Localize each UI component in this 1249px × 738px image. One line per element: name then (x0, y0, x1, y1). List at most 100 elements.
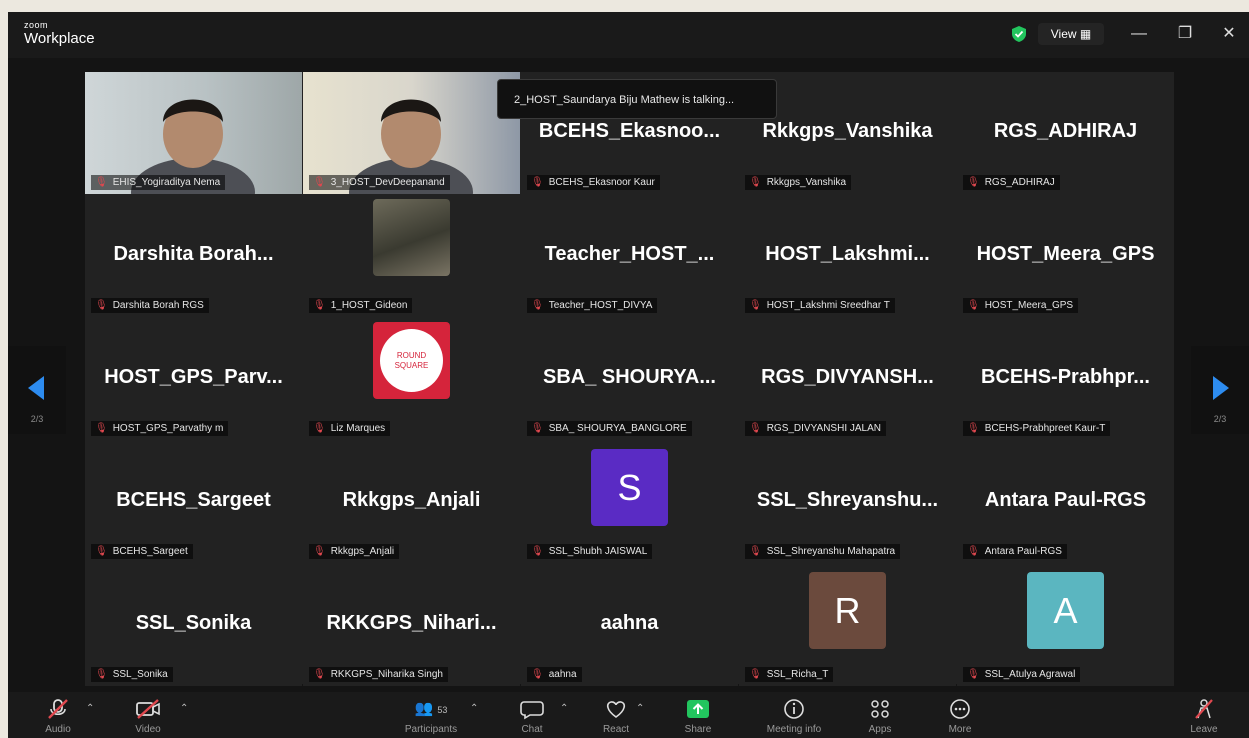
restore-window-icon[interactable]: ❐ (1174, 24, 1196, 44)
mic-muted-icon: 🎙 (749, 546, 762, 557)
mic-muted-icon: 🎙 (95, 423, 108, 434)
participant-name-text: Liz Marques (330, 423, 386, 434)
participant-display-name: BCEHS_Sargeet (116, 489, 271, 511)
participant-count: 53 (437, 705, 448, 715)
participant-name-text: Antara Paul-RGS (984, 546, 1062, 557)
meeting-info-button[interactable]: Meeting info (767, 692, 821, 738)
participant-name-label: 🎙 RGS_DIVYANSHI JALAN (745, 421, 886, 436)
participant-display-name: RKKGPS_Nihari... (326, 612, 497, 634)
meeting-info-label: Meeting info (766, 724, 822, 735)
chat-button[interactable]: Chat (512, 692, 552, 738)
previous-page-button[interactable]: 2/3 (8, 346, 66, 434)
participant-tile[interactable]: 🎙 EHIS_Yogiraditya Nema (85, 72, 302, 194)
participant-tile[interactable]: A 🎙 SSL_Atulya Agrawal (957, 564, 1174, 686)
logo-zoom-text: zoom (24, 20, 49, 30)
view-button[interactable]: View ▦ (1038, 23, 1104, 45)
share-screen-icon (687, 700, 709, 718)
more-options-icon (950, 699, 970, 719)
participant-tile[interactable]: aahna 🎙 aahna (521, 564, 738, 686)
participant-tile[interactable]: R 🎙 SSL_Richa_T (739, 564, 956, 686)
participants-options-caret-icon[interactable]: ⌃ (470, 703, 478, 714)
video-button[interactable]: Video (128, 692, 168, 738)
participants-icon: 👥 (414, 700, 434, 717)
react-button[interactable]: React (596, 692, 636, 738)
participant-name-label: 🎙 Rkkgps_Vanshika (745, 175, 852, 190)
leave-button[interactable]: Leave (1184, 692, 1224, 738)
zoom-logo: zoom Workplace (24, 20, 95, 47)
participant-display-name: aahna (600, 612, 659, 634)
participant-tile[interactable]: S 🎙 SSL_Shubh JAISWAL (521, 441, 738, 563)
participant-tile[interactable]: HOST_Meera_GPS 🎙 HOST_Meera_GPS (957, 195, 1174, 317)
participant-name-text: SSL_Atulya Agrawal (984, 669, 1076, 680)
participant-name-label: 🎙 3_HOST_DevDeepanand (309, 175, 450, 190)
participant-name-text: 3_HOST_DevDeepanand (330, 177, 445, 188)
arrow-left-icon (28, 376, 44, 400)
mic-muted-icon: 🎙 (967, 177, 980, 188)
participant-tile[interactable]: SBA_ SHOURYA... 🎙 SBA_ SHOURYA_BANGLORE (521, 318, 738, 440)
participant-tile[interactable]: BCEHS_Sargeet 🎙 BCEHS_Sargeet (85, 441, 302, 563)
mic-muted-icon: 🎙 (967, 546, 980, 557)
participant-display-name: BCEHS-Prabhpr... (981, 366, 1150, 388)
participant-name-text: Rkkgps_Anjali (330, 546, 395, 557)
participant-display-name: SSL_Shreyanshu... (756, 489, 939, 511)
participant-display-name: SBA_ SHOURYA... (542, 366, 716, 388)
apps-button[interactable]: Apps (860, 692, 900, 738)
heart-icon (606, 701, 626, 718)
participant-tile[interactable]: BCEHS-Prabhpr... 🎙 BCEHS-Prabhpreet Kaur-T (957, 318, 1174, 440)
participant-name-label: 🎙 EHIS_Yogiraditya Nema (91, 175, 226, 190)
round-square-logo-text: ROUND SQUARE (380, 329, 443, 392)
video-options-caret-icon[interactable]: ⌃ (180, 703, 188, 714)
minimize-icon[interactable]: — (1128, 24, 1150, 44)
arrow-right-icon (1213, 376, 1229, 400)
participant-tile[interactable]: 🎙 1_HOST_Gideon (303, 195, 520, 317)
participant-tile[interactable]: HOST_GPS_Parv... 🎙 HOST_GPS_Parvathy m (85, 318, 302, 440)
share-button[interactable]: Share (678, 692, 718, 738)
participant-tile[interactable]: Teacher_HOST_... 🎙 Teacher_HOST_DIVYA (521, 195, 738, 317)
participant-display-name: Rkkgps_Anjali (342, 489, 481, 511)
mic-muted-icon: 🎙 (95, 669, 108, 680)
page-indicator-right: 2/3 (1213, 414, 1227, 424)
participant-name-label: 🎙 SSL_Sonika (91, 667, 173, 682)
participant-display-name: HOST_Meera_GPS (976, 243, 1155, 265)
participant-name-label: 🎙 Darshita Borah RGS (91, 298, 209, 313)
participant-tile[interactable]: ROUND SQUARE 🎙 Liz Marques (303, 318, 520, 440)
participant-name-label: 🎙 Antara Paul-RGS (963, 544, 1067, 559)
participant-name-text: BCEHS_Ekasnoor Kaur (548, 177, 655, 188)
participant-name-text: BCEHS-Prabhpreet Kaur-T (984, 423, 1106, 434)
participant-avatar: R (809, 572, 886, 649)
participant-tile[interactable]: RGS_DIVYANSH... 🎙 RGS_DIVYANSHI JALAN (739, 318, 956, 440)
more-label: More (948, 724, 972, 735)
participant-name-label: 🎙 Teacher_HOST_DIVYA (527, 298, 658, 313)
participant-name-label: 🎙 SBA_ SHOURYA_BANGLORE (527, 421, 692, 436)
chat-options-caret-icon[interactable]: ⌃ (560, 703, 568, 714)
react-options-caret-icon[interactable]: ⌃ (636, 703, 644, 714)
participant-name-text: Rkkgps_Vanshika (766, 177, 847, 188)
mic-muted-icon: 🎙 (967, 300, 980, 311)
security-shield-icon[interactable] (1012, 26, 1026, 42)
next-page-button[interactable]: 2/3 (1191, 346, 1249, 434)
audio-label: Audio (45, 724, 71, 735)
participant-tile[interactable]: Darshita Borah... 🎙 Darshita Borah RGS (85, 195, 302, 317)
participant-tile[interactable]: RGS_ADHIRAJ 🎙 RGS_ADHIRAJ (957, 72, 1174, 194)
audio-button[interactable]: Audio (38, 692, 78, 738)
participant-tile[interactable]: HOST_Lakshmi... 🎙 HOST_Lakshmi Sreedhar T (739, 195, 956, 317)
participants-button[interactable]: 👥 53 Participants (405, 692, 457, 738)
participant-tile[interactable]: 🎙 3_HOST_DevDeepanand (303, 72, 520, 194)
more-button[interactable]: More (940, 692, 980, 738)
audio-options-caret-icon[interactable]: ⌃ (86, 703, 94, 714)
participant-tile[interactable]: SSL_Shreyanshu... 🎙 SSL_Shreyanshu Mahapat… (739, 441, 956, 563)
participant-tile[interactable]: Antara Paul-RGS 🎙 Antara Paul-RGS (957, 441, 1174, 563)
mic-muted-icon: 🎙 (313, 300, 326, 311)
participant-name-text: SSL_Shubh JAISWAL (548, 546, 648, 557)
mic-muted-icon: 🎙 (531, 300, 544, 311)
participant-name-text: 1_HOST_Gideon (330, 300, 408, 311)
participant-tile[interactable]: RKKGPS_Nihari... 🎙 RKKGPS_Niharika Singh (303, 564, 520, 686)
participant-tile[interactable]: SSL_Sonika 🎙 SSL_Sonika (85, 564, 302, 686)
participant-name-label: 🎙 RKKGPS_Niharika Singh (309, 667, 448, 682)
participant-avatar: A (1027, 572, 1104, 649)
participant-profile-photo (373, 199, 450, 276)
close-icon[interactable]: ✕ (1218, 24, 1240, 44)
mic-muted-icon: 🎙 (531, 546, 544, 557)
participant-tile[interactable]: Rkkgps_Anjali 🎙 Rkkgps_Anjali (303, 441, 520, 563)
mic-muted-icon: 🎙 (531, 177, 544, 188)
